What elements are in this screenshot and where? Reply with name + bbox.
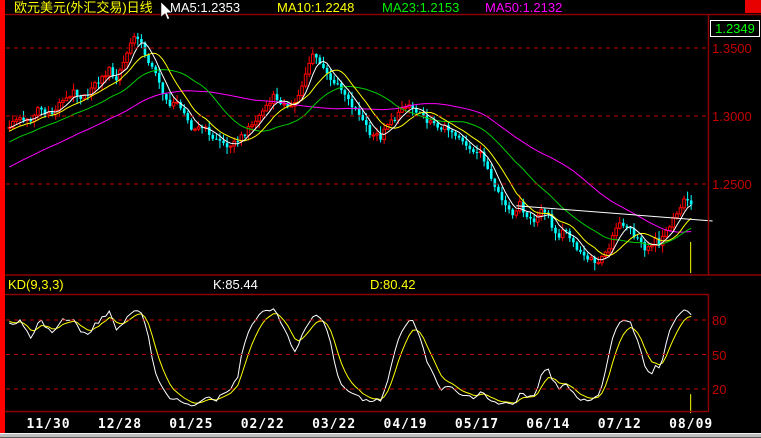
x-axis-label: 06/14 xyxy=(526,417,571,432)
window-left-border xyxy=(0,0,5,438)
last-price-tag: 1.2349 xyxy=(710,20,760,37)
x-axis-label: 03/22 xyxy=(312,417,357,432)
x-axis-label: 11/30 xyxy=(26,417,71,432)
ma10-value-label: MA10:1.2248 xyxy=(277,0,355,15)
x-axis-label: 01/25 xyxy=(169,417,214,432)
window-corner-block xyxy=(745,0,761,13)
chart-canvas[interactable] xyxy=(0,0,761,438)
chart-title: 欧元美元(外汇交易)日线 xyxy=(14,0,153,15)
ma50-value-label: MA50:1.2132 xyxy=(485,0,563,15)
price-axis-label: 1.3000 xyxy=(712,109,752,124)
kd-indicator-name[interactable]: KD(9,3,3) xyxy=(8,278,64,291)
price-axis-label: 1.3500 xyxy=(712,41,752,56)
kd-axis-label: 50 xyxy=(712,347,727,363)
x-axis-label: 04/19 xyxy=(383,417,428,432)
x-axis-label: 08/09 xyxy=(669,417,714,432)
x-axis-label: 12/28 xyxy=(97,417,143,432)
kd-axis-label: 80 xyxy=(712,313,727,328)
price-axis-label: 1.2500 xyxy=(712,177,752,192)
d-value-label: D:80.42 xyxy=(370,277,416,292)
ma23-value-label: MA23:1.2153 xyxy=(382,0,460,15)
x-axis-label: 05/17 xyxy=(454,417,500,432)
kd-axis-label: 20 xyxy=(712,382,727,397)
ma5-value-label: MA5:1.2353 xyxy=(170,0,241,15)
k-value-label: K:85.44 xyxy=(213,277,258,292)
x-axis-label: 07/12 xyxy=(597,417,642,432)
x-axis-label: 02/22 xyxy=(240,417,285,432)
window-bottom-edge[interactable] xyxy=(0,433,761,438)
trading-app-window: { "header": { "title": "欧元美元(外汇交易)日线", "… xyxy=(0,0,761,438)
